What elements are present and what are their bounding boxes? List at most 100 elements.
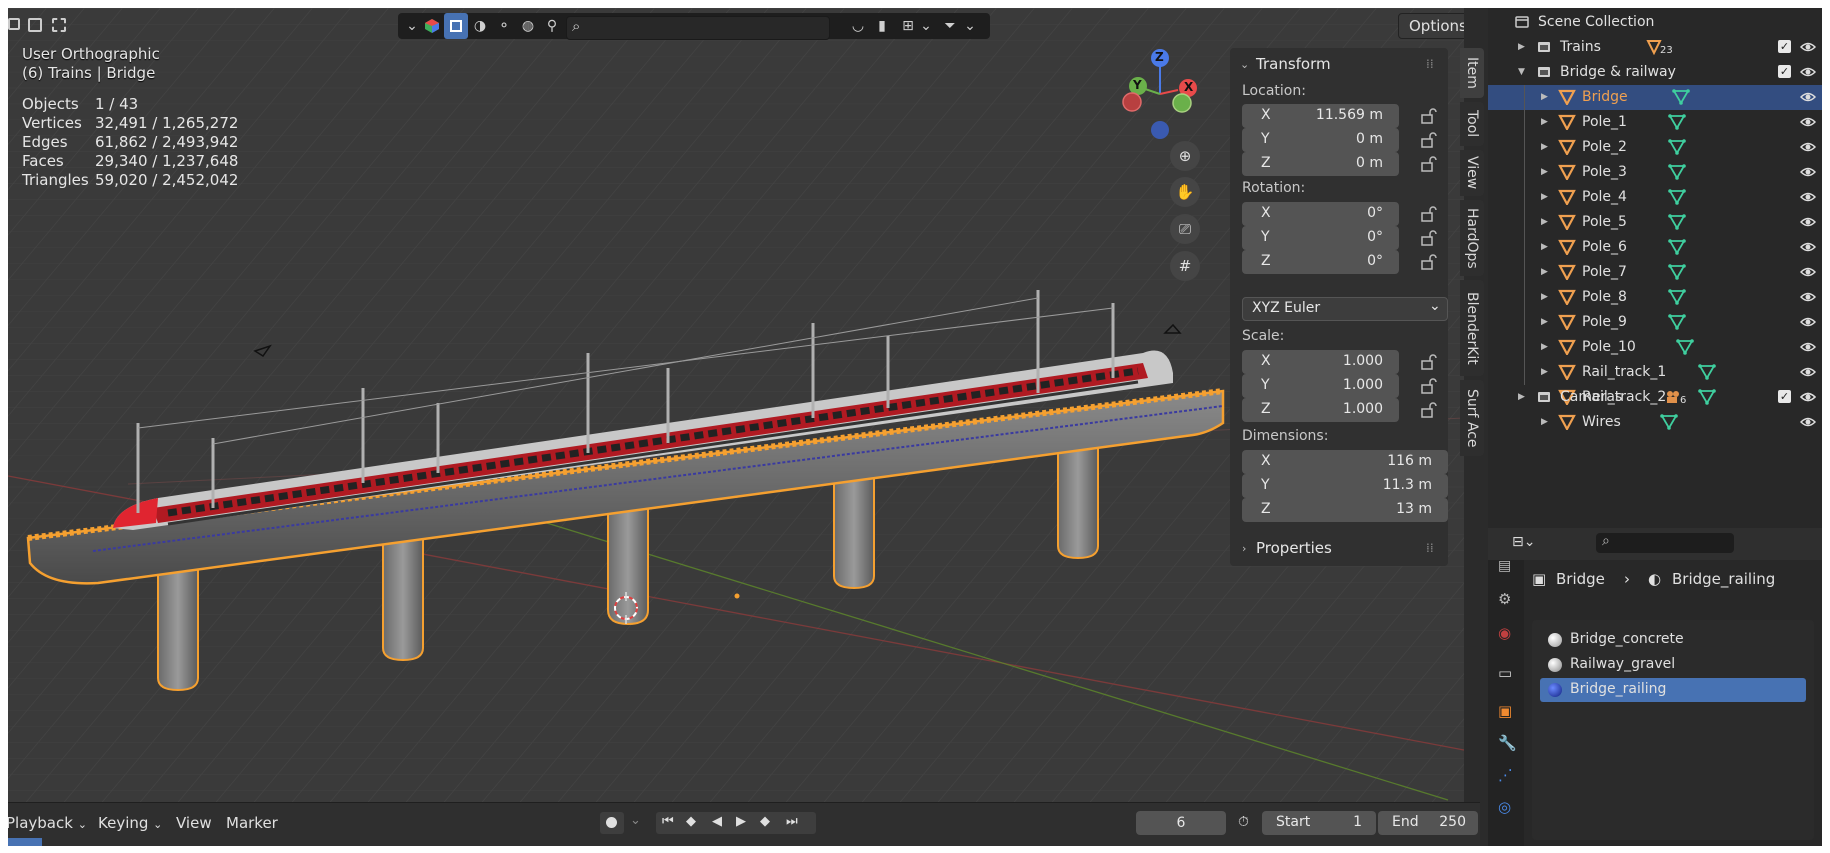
jump-end-icon[interactable]: ⏭ bbox=[786, 814, 798, 829]
eye-icon[interactable] bbox=[1800, 315, 1816, 329]
chevron-right-icon[interactable]: ▶ bbox=[1541, 317, 1548, 327]
editor-type-button[interactable]: ⊟⌄ bbox=[1512, 534, 1546, 554]
chevron-right-icon[interactable]: ▶ bbox=[1541, 242, 1548, 252]
eye-icon[interactable] bbox=[1800, 240, 1816, 254]
zoom-icon[interactable]: ⊕ bbox=[1170, 141, 1200, 171]
chevron-down-icon[interactable]: ⌄ bbox=[914, 13, 938, 39]
mesh-data-icon[interactable] bbox=[1668, 139, 1686, 155]
menu-playback[interactable]: Playback ⌄ bbox=[8, 814, 87, 832]
outliner-item[interactable]: ▶ Pole_6 bbox=[1488, 235, 1822, 260]
outliner-item-bridge-railway[interactable]: ▼ Bridge & railway ✓ bbox=[1488, 60, 1822, 85]
unlock-icon[interactable] bbox=[1420, 230, 1438, 246]
chevron-right-icon[interactable]: ▶ bbox=[1518, 42, 1525, 52]
current-frame-field[interactable]: 6 bbox=[1136, 811, 1226, 835]
chevron-right-icon[interactable]: ▶ bbox=[1541, 292, 1548, 302]
mesh-data-icon[interactable] bbox=[1668, 239, 1686, 255]
overlay-icon[interactable]: ◡ bbox=[846, 13, 870, 39]
dimensions-z-field[interactable]: Z 13 m bbox=[1242, 498, 1448, 522]
drag-grip-icon[interactable]: ⁞⁞ bbox=[1426, 57, 1434, 71]
outliner-item[interactable]: ▶ Pole_1 bbox=[1488, 110, 1822, 135]
shading-options-icon[interactable]: ⚲ bbox=[540, 13, 564, 39]
timeline-strip[interactable] bbox=[8, 838, 42, 846]
mesh-data-icon[interactable] bbox=[1660, 414, 1678, 430]
chevron-right-icon[interactable]: ▶ bbox=[1541, 367, 1548, 377]
material-slot-selected[interactable]: Bridge_railing bbox=[1540, 678, 1806, 702]
prev-keyframe-icon[interactable]: ◆ bbox=[686, 814, 696, 829]
location-x-field[interactable]: X 11.569 m bbox=[1242, 104, 1399, 128]
chevron-down-icon[interactable]: ⌄ bbox=[958, 13, 982, 39]
mesh-data-icon[interactable] bbox=[1668, 164, 1686, 180]
dimensions-x-field[interactable]: X 116 m bbox=[1242, 450, 1448, 474]
rendered-shading-icon[interactable]: ⚬ bbox=[492, 13, 516, 39]
material-slot[interactable]: Railway_gravel bbox=[1540, 653, 1806, 677]
select-extend-icon[interactable] bbox=[28, 18, 42, 32]
outliner-item[interactable]: ▶ Pole_7 bbox=[1488, 260, 1822, 285]
tab-blenderkit[interactable]: BlenderKit bbox=[1460, 280, 1484, 376]
gizmo-color-icon[interactable] bbox=[420, 13, 444, 39]
options-button[interactable]: Options ⌄ bbox=[1398, 13, 1464, 39]
tab-item[interactable]: Item bbox=[1460, 48, 1484, 98]
outliner-item-trains[interactable]: ▶ Trains 23 ✓ bbox=[1488, 35, 1822, 60]
exclude-checkbox[interactable]: ✓ bbox=[1778, 65, 1791, 78]
outliner-item[interactable]: ▶ Pole_5 bbox=[1488, 210, 1822, 235]
transform-panel-header[interactable]: ⌄ Transform ⁞⁞ bbox=[1230, 48, 1448, 80]
mesh-data-icon[interactable] bbox=[1672, 89, 1690, 105]
chevron-right-icon[interactable]: ▶ bbox=[1541, 342, 1548, 352]
eye-icon[interactable] bbox=[1800, 140, 1816, 154]
outliner-item[interactable]: ▶ Pole_8 bbox=[1488, 285, 1822, 310]
outliner-item[interactable]: ▶ Wires bbox=[1488, 410, 1822, 435]
drag-grip-icon[interactable]: ⁞⁞ bbox=[1426, 541, 1434, 555]
mesh-data-icon[interactable] bbox=[1676, 339, 1694, 355]
tool-settings-tab-icon[interactable]: ▤ bbox=[1498, 558, 1511, 574]
rotation-x-field[interactable]: X 0° bbox=[1242, 202, 1399, 226]
exclude-checkbox[interactable]: ✓ bbox=[1778, 390, 1791, 403]
chevron-right-icon[interactable]: ▶ bbox=[1518, 392, 1525, 402]
properties-panel-header[interactable]: › Properties ⁞⁞ bbox=[1230, 532, 1448, 564]
eye-icon[interactable] bbox=[1800, 90, 1816, 104]
next-keyframe-icon[interactable]: ◆ bbox=[760, 814, 770, 829]
unlock-icon[interactable] bbox=[1420, 108, 1438, 124]
chevron-down-icon[interactable]: ▼ bbox=[1518, 67, 1525, 77]
outliner-item[interactable]: ▶ Pole_2 bbox=[1488, 135, 1822, 160]
play-icon[interactable]: ▶ bbox=[736, 814, 746, 829]
bookmark-icon[interactable]: ▮ bbox=[870, 13, 894, 39]
eye-icon[interactable] bbox=[1800, 65, 1816, 79]
mesh-data-icon[interactable] bbox=[1668, 214, 1686, 230]
outliner-item[interactable]: ▶ Rail_track_1 bbox=[1488, 360, 1822, 385]
scale-x-field[interactable]: X 1.000 bbox=[1242, 350, 1399, 374]
unlock-icon[interactable] bbox=[1420, 254, 1438, 270]
play-reverse-icon[interactable]: ◀ bbox=[712, 814, 722, 829]
properties-search-input[interactable]: ⌕ bbox=[1596, 533, 1734, 553]
location-y-field[interactable]: Y0 m bbox=[1242, 128, 1399, 152]
tab-surf-ace[interactable]: Surf Ace bbox=[1460, 380, 1484, 456]
dimensions-y-field[interactable]: Y 11.3 m bbox=[1242, 474, 1448, 498]
exclude-checkbox[interactable]: ✓ bbox=[1778, 40, 1791, 53]
unlock-icon[interactable] bbox=[1420, 156, 1438, 172]
menu-keying[interactable]: Keying ⌄ bbox=[98, 814, 162, 832]
tab-view[interactable]: View bbox=[1460, 150, 1484, 196]
scene-tab-icon[interactable]: ⚙ bbox=[1498, 590, 1511, 608]
menu-marker[interactable]: Marker bbox=[226, 814, 278, 832]
eye-icon[interactable] bbox=[1800, 190, 1816, 204]
mesh-data-icon[interactable] bbox=[1668, 264, 1686, 280]
unlock-icon[interactable] bbox=[1420, 206, 1438, 222]
rotation-y-field[interactable]: Y 0° bbox=[1242, 226, 1399, 250]
material-preview-icon[interactable]: ◑ bbox=[468, 13, 492, 39]
auto-keying-record-button[interactable] bbox=[600, 812, 624, 834]
outliner-scene-collection[interactable]: Scene Collection bbox=[1488, 10, 1822, 35]
unlock-icon[interactable] bbox=[1420, 402, 1438, 418]
chevron-right-icon[interactable]: ▶ bbox=[1541, 167, 1548, 177]
outliner-item[interactable]: ▶ Pole_4 bbox=[1488, 185, 1822, 210]
eye-icon[interactable] bbox=[1800, 265, 1816, 279]
outliner-item[interactable]: ▶ Pole_10 bbox=[1488, 335, 1822, 360]
chevron-right-icon[interactable]: ▶ bbox=[1541, 217, 1548, 227]
eye-icon[interactable] bbox=[1800, 365, 1816, 379]
editor-type-icon[interactable] bbox=[8, 16, 68, 34]
eye-icon[interactable] bbox=[1800, 40, 1816, 54]
chevron-right-icon[interactable]: ▶ bbox=[1541, 417, 1548, 427]
unlock-icon[interactable] bbox=[1420, 354, 1438, 370]
solid-shading-icon[interactable] bbox=[444, 13, 468, 39]
unlock-icon[interactable] bbox=[1420, 132, 1438, 148]
eye-icon[interactable] bbox=[1800, 415, 1816, 429]
viewport-search-input[interactable] bbox=[566, 16, 830, 40]
